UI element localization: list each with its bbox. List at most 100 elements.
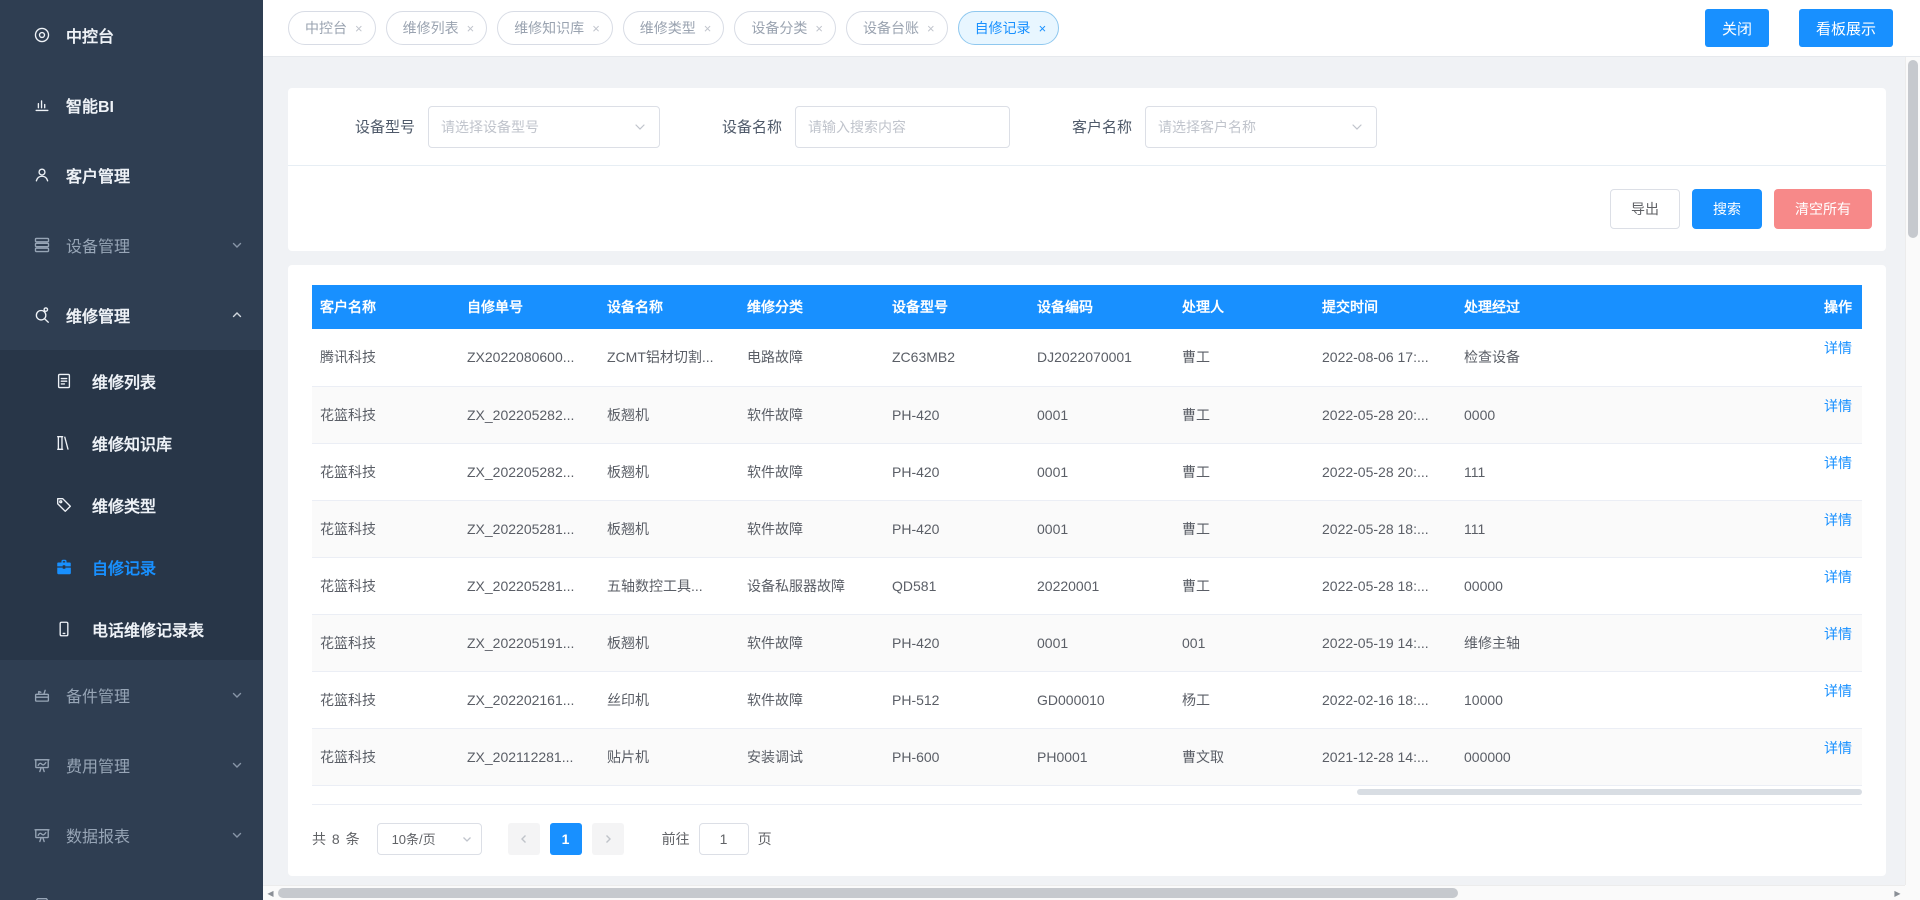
tab-device-category[interactable]: 设备分类×: [734, 11, 836, 45]
tab-close-icon[interactable]: ×: [1039, 22, 1047, 35]
detail-link[interactable]: 详情: [1824, 569, 1852, 585]
tab-self-repair-records[interactable]: 自修记录×: [958, 11, 1060, 45]
vertical-scrollbar[interactable]: [1905, 57, 1920, 885]
device-name-input-wrap: [795, 106, 1010, 148]
table-row[interactable]: 花篮科技ZX_202205281...板翘机软件故障PH-4200001曹工20…: [312, 500, 1862, 557]
detail-link[interactable]: 详情: [1824, 626, 1852, 642]
tabbar: 中控台× 维修列表× 维修知识库× 维修类型× 设备分类× 设备台账× 自修记录× 关闭看板…: [263, 0, 1920, 57]
tab-console[interactable]: 中控台×: [288, 11, 376, 45]
sidebar-item-spare-parts-mgmt[interactable]: 备件管理: [0, 660, 263, 730]
tab-device-ledger[interactable]: 设备台账×: [846, 11, 948, 45]
scroll-left-arrow-icon[interactable]: ◀: [263, 886, 278, 900]
page-number-current[interactable]: 1: [550, 823, 582, 855]
scroll-right-arrow-icon[interactable]: ▶: [1890, 886, 1905, 900]
column-header: 维修分类: [739, 285, 884, 329]
table-row[interactable]: 花篮科技ZX_202205281...五轴数控工具...设备私服器故障QD581…: [312, 557, 1862, 614]
customer-name-select[interactable]: 请选择客户名称: [1145, 106, 1377, 148]
device-name-input[interactable]: [808, 119, 997, 135]
prev-page-button[interactable]: [508, 823, 540, 855]
tab-close-icon[interactable]: ×: [467, 22, 475, 35]
tab-close-icon[interactable]: ×: [927, 22, 935, 35]
table-cell: 杨工: [1174, 671, 1314, 728]
table-cell: PH-420: [884, 443, 1029, 500]
detail-link[interactable]: 详情: [1824, 340, 1852, 356]
page-size-select[interactable]: 10条/页: [377, 823, 482, 855]
search-button[interactable]: 搜索: [1692, 189, 1762, 229]
tab-repair-list[interactable]: 维修列表×: [386, 11, 488, 45]
repair-list-icon: [55, 372, 73, 390]
detail-link[interactable]: 详情: [1824, 455, 1852, 471]
table-cell: 2022-08-06 17:...: [1314, 329, 1456, 386]
sidebar-item-cost-mgmt[interactable]: 费用管理: [0, 730, 263, 800]
column-header: 操作: [1786, 285, 1862, 329]
goto-page-input[interactable]: [699, 823, 749, 855]
table-cell: 曹工: [1174, 386, 1314, 443]
column-header: 自修单号: [459, 285, 599, 329]
table-row[interactable]: 花篮科技ZX_202205191...板翘机软件故障PH-42000010012…: [312, 614, 1862, 671]
vertical-scrollbar-thumb[interactable]: [1908, 60, 1918, 238]
records-table: 客户名称自修单号设备名称维修分类设备型号设备编码处理人提交时间处理经过操作 腾讯…: [312, 285, 1862, 786]
sidebar-item-label: 维修管理: [66, 303, 231, 327]
sidebar-item-smart-bi[interactable]: 智能BI: [0, 70, 263, 140]
close-button[interactable]: 关闭: [1705, 9, 1769, 47]
table-cell: 软件故障: [739, 386, 884, 443]
table-cell: PH-420: [884, 614, 1029, 671]
filter-fields-row: 设备型号请选择设备型号设备名称客户名称请选择客户名称: [288, 88, 1886, 166]
horizontal-scrollbar[interactable]: ◀ ▶: [263, 885, 1905, 900]
table-row[interactable]: 花篮科技ZX_202112281...贴片机安装调试PH-600PH0001曹文…: [312, 728, 1862, 785]
chevron-down-icon: [633, 120, 647, 134]
table-cell: 花篮科技: [312, 671, 459, 728]
device-model-select[interactable]: 请选择设备型号: [428, 106, 660, 148]
table-horizontal-scrollbar-thumb[interactable]: [1357, 789, 1862, 795]
board-icon: [33, 756, 51, 774]
tab-close-icon[interactable]: ×: [704, 22, 712, 35]
table-cell: PH0001: [1029, 728, 1174, 785]
table-row[interactable]: 花篮科技ZX_202205282...板翘机软件故障PH-4200001曹工20…: [312, 386, 1862, 443]
detail-link[interactable]: 详情: [1824, 512, 1852, 528]
export-button[interactable]: 导出: [1610, 189, 1680, 229]
tab-repair-knowledge[interactable]: 维修知识库×: [497, 11, 613, 45]
table-cell: 曹文取: [1174, 728, 1314, 785]
tab-repair-type[interactable]: 维修类型×: [623, 11, 725, 45]
detail-link[interactable]: 详情: [1824, 398, 1852, 414]
table-cell: ZX_202205191...: [459, 614, 599, 671]
board-display-button[interactable]: 看板展示: [1799, 9, 1893, 47]
tab-close-icon[interactable]: ×: [355, 22, 363, 35]
sidebar-item-repair-list[interactable]: 维修列表: [0, 350, 263, 412]
horizontal-scrollbar-thumb[interactable]: [278, 888, 1458, 898]
table-cell: 10000: [1456, 671, 1786, 728]
tag-icon: [55, 496, 73, 514]
sidebar-item-repair-knowledge[interactable]: 维修知识库: [0, 412, 263, 474]
table-cell: 2021-12-28 14:...: [1314, 728, 1456, 785]
goto-page-group: 前往 页: [662, 823, 772, 855]
table-cell: 2022-05-28 18:...: [1314, 500, 1456, 557]
sidebar-item-repair-mgmt[interactable]: 维修管理: [0, 280, 263, 350]
table-cell: 软件故障: [739, 671, 884, 728]
sidebar-item-label: 数据报表: [66, 823, 231, 847]
detail-link[interactable]: 详情: [1824, 740, 1852, 756]
sidebar-item-console[interactable]: 中控台: [0, 0, 263, 70]
tab-close-icon[interactable]: ×: [592, 22, 600, 35]
sidebar-item-partial-bottom[interactable]: [0, 870, 263, 900]
sidebar-item-data-report[interactable]: 数据报表: [0, 800, 263, 870]
sidebar-item-phone-repair-records[interactable]: 电话维修记录表: [0, 598, 263, 660]
sidebar-item-repair-type[interactable]: 维修类型: [0, 474, 263, 536]
chevron-down-icon: [231, 689, 243, 701]
table-row[interactable]: 花篮科技ZX_202205282...板翘机软件故障PH-4200001曹工20…: [312, 443, 1862, 500]
select-placeholder: 请选择客户名称: [1158, 117, 1350, 137]
sidebar-item-customer-mgmt[interactable]: 客户管理: [0, 140, 263, 210]
actions-cell: 详情: [1786, 500, 1862, 557]
sidebar-item-self-repair-records[interactable]: 自修记录: [0, 536, 263, 598]
tab-close-icon[interactable]: ×: [815, 22, 823, 35]
filter-actions-row: 导出搜索清空所有: [288, 166, 1886, 251]
table-row[interactable]: 花篮科技ZX_202202161...丝印机软件故障PH-512GD000010…: [312, 671, 1862, 728]
sidebar-item-device-mgmt[interactable]: 设备管理: [0, 210, 263, 280]
clear-all-button[interactable]: 清空所有: [1774, 189, 1872, 229]
table-cell: 000000: [1456, 728, 1786, 785]
table-row[interactable]: 腾讯科技ZX2022080600...ZCMT铝材切割...电路故障ZC63MB…: [312, 329, 1862, 386]
detail-link[interactable]: 详情: [1824, 683, 1852, 699]
device-name-filter: 设备名称: [722, 106, 1010, 148]
main-area: 中控台× 维修列表× 维修知识库× 维修类型× 设备分类× 设备台账× 自修记录× 关闭看板…: [263, 0, 1920, 900]
table-cell: 花篮科技: [312, 614, 459, 671]
next-page-button[interactable]: [592, 823, 624, 855]
